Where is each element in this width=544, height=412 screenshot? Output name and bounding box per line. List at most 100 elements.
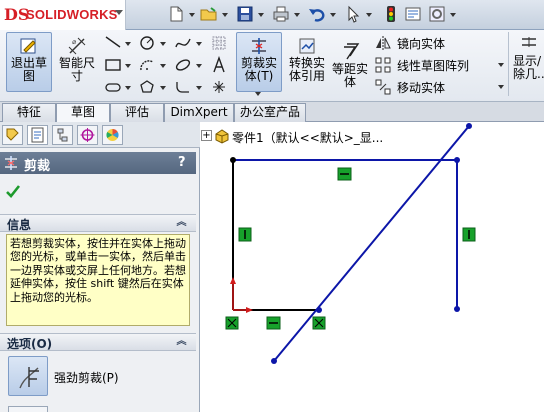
chevron-down-icon[interactable] [160, 42, 166, 46]
chevron-down-icon[interactable] [115, 10, 123, 15]
tab-sketch[interactable]: 草图 [56, 103, 110, 123]
chevron-down-icon[interactable] [189, 13, 195, 17]
chevron-down-icon[interactable] [255, 92, 261, 96]
chevron-down-icon[interactable] [450, 13, 456, 17]
ok-checkmark-icon[interactable] [5, 183, 21, 199]
trim-scissors-icon [252, 38, 266, 54]
convert-entities-button[interactable]: 转换实 体引用 [284, 32, 328, 92]
spline-icon[interactable] [174, 34, 192, 52]
vertical-relation-icon[interactable] [462, 227, 476, 242]
trim-entities-button[interactable]: 剪裁实 体(T) [236, 32, 282, 92]
property-manager-title: 剪裁 [24, 159, 51, 174]
trim-entities-label: 剪裁实 体(T) [240, 56, 277, 83]
slot-icon[interactable] [104, 78, 122, 96]
chevron-down-icon[interactable] [125, 64, 131, 68]
feature-manager-tab[interactable] [2, 125, 23, 145]
polygon-icon[interactable] [138, 78, 156, 96]
coincident-relation-icon[interactable] [312, 316, 326, 330]
horizontal-relation-icon[interactable] [337, 167, 352, 181]
offset-entities-button[interactable]: 等距实 体 [330, 32, 368, 92]
linear-sketch-pattern-button[interactable]: 线性草图阵列 [374, 55, 504, 75]
trim-scissors-icon [5, 156, 17, 170]
sketch-endpoint[interactable] [466, 123, 472, 129]
sketch-line-diagonal[interactable] [273, 125, 470, 362]
chevron-down-icon[interactable] [196, 42, 202, 46]
chevron-down-icon[interactable] [160, 86, 166, 90]
options-icon[interactable] [428, 5, 446, 23]
text-icon[interactable] [210, 56, 228, 74]
property-manager-panel: 剪裁 ? 信息 ︽ 若想剪裁实体，按住并在实体上拖动您的光标，或单击一实体，然后… [0, 122, 200, 412]
collapse-chevrons-icon[interactable]: ︽ [176, 336, 187, 347]
chevron-down-icon[interactable] [196, 86, 202, 90]
circle-icon[interactable] [138, 34, 156, 52]
rebuild-traffic-light-icon[interactable] [382, 5, 400, 23]
offset-entities-label: 等距实 体 [331, 62, 368, 89]
point-icon[interactable] [210, 78, 228, 96]
smart-dimension-icon: ⌀ [68, 37, 86, 55]
arc-icon[interactable] [138, 56, 156, 74]
configuration-icon [57, 128, 68, 142]
power-trim-option-button[interactable] [8, 356, 48, 396]
options-group-header[interactable]: 选项(O) ︽ [0, 333, 196, 351]
chevron-down-icon[interactable] [125, 42, 131, 46]
graphics-area[interactable]: + 零件1（默认<<默认>_显... [201, 122, 544, 412]
sketch-endpoint[interactable] [271, 358, 277, 364]
tab-office-products[interactable]: 办公室产品 [234, 103, 306, 122]
collapse-chevrons-icon[interactable]: ︽ [176, 217, 187, 228]
smart-dimension-label: 智能尺 寸 [58, 56, 95, 83]
chevron-down-icon[interactable] [125, 86, 131, 90]
grid-icon[interactable] [210, 34, 228, 52]
sketch-endpoint[interactable] [316, 307, 322, 313]
chevron-down-icon[interactable] [498, 63, 504, 67]
new-document-icon[interactable] [167, 5, 185, 23]
solidworks-logo[interactable]: DS SOLIDWORKS [0, 0, 126, 30]
command-manager: 退出草 图 ⌀ 智能尺 寸 剪裁实 体(T) 转换实 体引用 等距实 体 镜向实… [0, 30, 544, 102]
save-icon[interactable] [236, 5, 254, 23]
origin-arrow-icon [246, 307, 253, 313]
mirror-entities-button[interactable]: 镜向实体 [374, 33, 504, 53]
tab-evaluate[interactable]: 评估 [110, 103, 164, 122]
coincident-relation-icon[interactable] [225, 316, 239, 330]
info-group-header[interactable]: 信息 ︽ [0, 214, 196, 232]
dimxpert-manager-tab[interactable] [77, 125, 98, 145]
fillet-icon[interactable] [174, 78, 192, 96]
file-properties-icon[interactable] [404, 5, 422, 23]
relations-icon [522, 37, 536, 47]
smart-dimension-button[interactable]: ⌀ 智能尺 寸 [54, 32, 98, 92]
tab-features[interactable]: 特征 [2, 103, 56, 122]
chevron-down-icon[interactable] [160, 64, 166, 68]
configuration-manager-tab[interactable] [52, 125, 73, 145]
chevron-down-icon[interactable] [330, 13, 336, 17]
chevron-down-icon[interactable] [258, 13, 264, 17]
property-sheet-icon [31, 127, 44, 143]
sketch-endpoint[interactable] [454, 306, 460, 312]
rectangle-icon[interactable] [104, 56, 122, 74]
ellipse-icon[interactable] [174, 56, 192, 74]
corner-trim-option-button[interactable] [8, 406, 48, 412]
vertical-relation-icon[interactable] [238, 227, 252, 242]
undo-icon[interactable] [308, 5, 326, 23]
convert-entities-icon [299, 38, 315, 54]
help-button[interactable]: ? [178, 155, 186, 170]
sketch-canvas[interactable] [201, 122, 544, 412]
sketch-endpoint[interactable] [230, 157, 236, 163]
select-cursor-icon[interactable] [344, 5, 362, 23]
chevron-down-icon[interactable] [366, 13, 372, 17]
property-manager-tab[interactable] [27, 125, 48, 145]
sketch-endpoint[interactable] [454, 157, 460, 163]
ds-logo-mark: DS [4, 5, 30, 24]
exit-sketch-button[interactable]: 退出草 图 [6, 32, 52, 92]
print-icon[interactable] [272, 5, 290, 23]
chevron-down-icon[interactable] [196, 64, 202, 68]
chevron-down-icon[interactable] [222, 13, 228, 17]
display-delete-relations-button[interactable]: 显示/ 除几... [510, 32, 544, 92]
open-folder-icon[interactable] [200, 5, 218, 23]
line-icon[interactable] [104, 34, 122, 52]
tab-dimxpert[interactable]: DimXpert [164, 103, 234, 122]
move-entities-button[interactable]: 移动实体 [374, 77, 504, 97]
horizontal-relation-icon[interactable] [266, 316, 281, 330]
chevron-down-icon[interactable] [294, 13, 300, 17]
display-manager-tab[interactable] [102, 125, 123, 145]
chevron-down-icon[interactable] [498, 85, 504, 89]
mirror-entities-label: 镜向实体 [397, 37, 446, 51]
